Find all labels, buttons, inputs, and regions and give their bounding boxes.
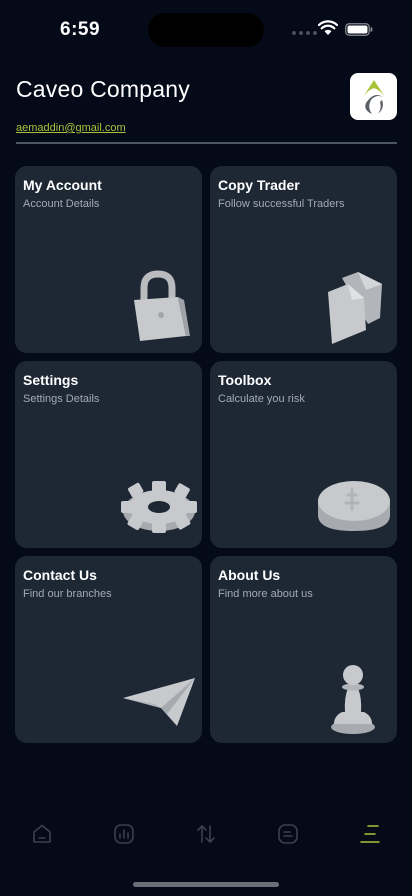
chess-pawn-icon	[331, 665, 375, 734]
card-subtitle: Find more about us	[218, 588, 313, 600]
copy-documents-icon	[328, 272, 382, 344]
nav-menu[interactable]	[350, 812, 390, 856]
menu-icon	[360, 825, 380, 843]
card-copy-trader[interactable]: Copy Trader Follow successful Traders	[210, 166, 397, 353]
bar-chart-icon	[114, 824, 134, 844]
status-bar: 6:59	[0, 0, 412, 60]
card-toolbox[interactable]: Toolbox Calculate you risk	[210, 361, 397, 548]
news-icon	[278, 824, 298, 844]
nav-news[interactable]	[268, 812, 308, 856]
header-divider	[16, 142, 397, 144]
card-title: About Us	[218, 567, 281, 583]
padlock-icon	[134, 270, 190, 341]
card-settings[interactable]: Settings Settings Details	[15, 361, 202, 548]
home-indicator	[133, 882, 279, 887]
home-icon	[33, 824, 51, 843]
coin-icon	[318, 481, 390, 531]
card-subtitle: Follow successful Traders	[218, 198, 345, 210]
card-subtitle: Settings Details	[23, 393, 100, 405]
card-title: Contact Us	[23, 567, 97, 583]
gear-icon	[121, 481, 197, 533]
card-subtitle: Find our branches	[23, 588, 112, 600]
battery-icon	[345, 23, 373, 36]
company-name: Caveo Company	[16, 76, 190, 102]
card-subtitle: Account Details	[23, 198, 100, 210]
status-time: 6:59	[60, 19, 101, 40]
card-title: Settings	[23, 372, 79, 388]
nav-transfer[interactable]	[186, 812, 226, 856]
card-subtitle: Calculate you risk	[218, 393, 305, 405]
card-contact-us[interactable]: Contact Us Find our branches	[15, 556, 202, 743]
card-title: Toolbox	[218, 372, 272, 388]
email-link[interactable]: aemaddin@gmail.com	[16, 122, 126, 134]
dynamic-island	[148, 13, 264, 47]
company-logo[interactable]	[350, 73, 397, 120]
card-my-account[interactable]: My Account Account Details	[15, 166, 202, 353]
card-about-us[interactable]: About Us Find more about us	[210, 556, 397, 743]
transfer-arrows-icon	[197, 825, 215, 843]
paper-plane-icon	[123, 678, 195, 726]
nav-home[interactable]	[22, 812, 62, 856]
bottom-nav	[0, 812, 412, 856]
signal-dots-icon	[292, 31, 317, 35]
wifi-icon	[318, 20, 338, 35]
logo-mark-icon	[362, 79, 385, 114]
nav-charts[interactable]	[104, 812, 144, 856]
card-title: My Account	[23, 177, 102, 193]
card-title: Copy Trader	[218, 177, 300, 193]
